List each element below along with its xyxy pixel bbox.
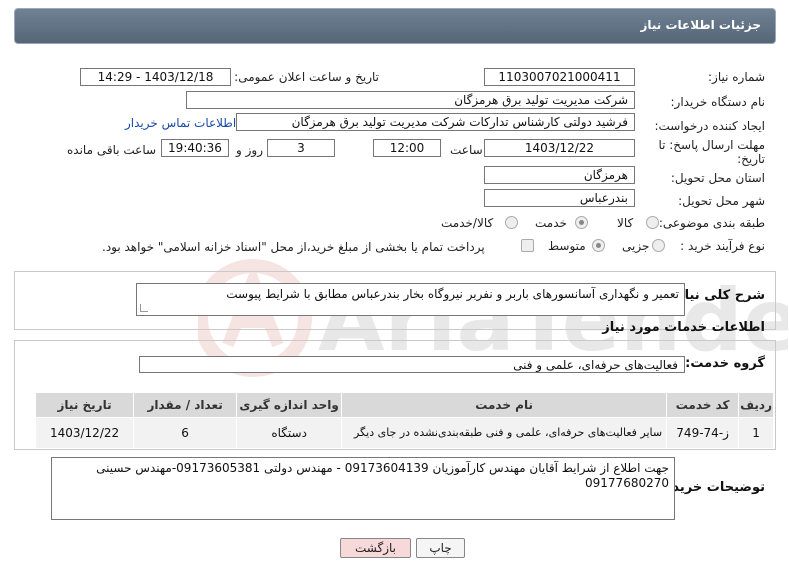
creator-label: ایجاد کننده درخواست: <box>654 119 765 133</box>
table-header-row: ردیف کد خدمت نام خدمت واحد اندازه گیری ت… <box>34 392 774 418</box>
cell-row: 1 <box>738 417 774 449</box>
cell-date: 1403/12/22 <box>34 417 135 449</box>
header-panel: جزئیات اطلاعات نیاز <box>14 8 776 44</box>
category-option-goods: کالا <box>617 216 634 230</box>
back-button[interactable]: بازگشت <box>340 538 411 558</box>
days-field: 3 <box>267 139 335 157</box>
category-radio-service[interactable] <box>575 216 588 229</box>
col-date: تاریخ نیاز <box>34 392 135 418</box>
deadline-date-field: 1403/12/22 <box>484 139 635 157</box>
announce-label: تاریخ و ساعت اعلان عمومی: <box>234 70 379 84</box>
cell-qty: 6 <box>133 417 238 449</box>
service-group-field: فعالیت‌های حرفه‌ای، علمی و فنی <box>139 356 685 373</box>
table-row: 1 ز-74-749 سایر فعالیت‌های حرفه‌ای، علمی… <box>34 417 774 449</box>
category-radio-goods-service[interactable] <box>505 216 518 229</box>
summary-text: تعمیر و نگهداری آسانسورهای باربر و نفربر… <box>226 287 679 301</box>
payment-note: پرداخت تمام یا بخشی از مبلغ خرید،از محل … <box>102 240 485 254</box>
col-unit: واحد اندازه گیری <box>236 392 343 418</box>
cell-code: ز-74-749 <box>666 417 740 449</box>
process-radio-minor[interactable] <box>652 239 665 252</box>
resize-grip-icon[interactable] <box>140 304 148 312</box>
service-group-label: گروه خدمت: <box>685 356 765 371</box>
cell-name: سایر فعالیت‌های حرفه‌ای، علمی و فنی طبقه… <box>341 417 668 449</box>
services-table: ردیف کد خدمت نام خدمت واحد اندازه گیری ت… <box>34 392 774 449</box>
remaining-time-field: 19:40:36 <box>161 139 229 157</box>
summary-label: شرح کلی نیاز: <box>671 288 765 303</box>
province-label: استان محل تحویل: <box>670 171 765 185</box>
col-name: نام خدمت <box>341 392 668 418</box>
summary-textarea: تعمیر و نگهداری آسانسورهای باربر و نفربر… <box>136 283 685 316</box>
category-option-service: خدمت <box>535 216 567 230</box>
services-section-title: اطلاعات خدمات مورد نیاز <box>602 320 765 335</box>
cell-unit: دستگاه <box>236 417 343 449</box>
process-radio-medium[interactable] <box>592 239 605 252</box>
days-label: روز و <box>236 143 263 157</box>
announce-field: 1403/12/18 - 14:29 <box>80 68 231 86</box>
buyer-org-field: شرکت مدیریت تولید برق هرمزگان <box>186 91 635 109</box>
creator-field: فرشید دولتی کارشناس تدارکات شرکت مدیریت … <box>236 113 635 131</box>
treasury-checkbox[interactable] <box>521 239 534 252</box>
buyer-notes-text: جهت اطلاع از شرایط آقایان مهندس کارآموزی… <box>96 461 669 490</box>
col-code: کد خدمت <box>666 392 740 418</box>
buyer-notes-textarea: جهت اطلاع از شرایط آقایان مهندس کارآموزی… <box>51 457 675 520</box>
category-label: طبقه بندی موضوعی: <box>658 216 765 230</box>
contact-info-link[interactable]: اطلاعات تماس خریدار <box>125 116 236 130</box>
page-title: جزئیات اطلاعات نیاز <box>640 18 761 32</box>
buyer-org-label: نام دستگاه خریدار: <box>670 95 766 109</box>
province-field: هرمزگان <box>484 166 635 184</box>
col-row: ردیف <box>738 392 774 418</box>
time-label: ساعت <box>450 143 483 157</box>
category-radio-goods[interactable] <box>646 216 659 229</box>
category-option-goods-service: کالا/خدمت <box>441 216 494 230</box>
process-option-medium: متوسط <box>548 239 586 253</box>
city-field: بندرعباس <box>484 189 635 207</box>
print-button[interactable]: چاپ <box>416 538 465 558</box>
remaining-label: ساعت باقی مانده <box>67 143 157 157</box>
city-label: شهر محل تحویل: <box>678 194 765 208</box>
deadline-label-date: تاریخ: <box>737 152 765 166</box>
need-number-field: 1103007021000411 <box>484 68 635 86</box>
process-label: نوع فرآیند خرید : <box>680 239 765 253</box>
need-number-label: شماره نیاز: <box>708 70 765 84</box>
process-option-minor: جزیی <box>622 239 650 253</box>
deadline-time-field: 12:00 <box>373 139 441 157</box>
col-qty: تعداد / مقدار <box>133 392 238 418</box>
deadline-label: مهلت ارسال پاسخ: تا <box>658 138 765 152</box>
